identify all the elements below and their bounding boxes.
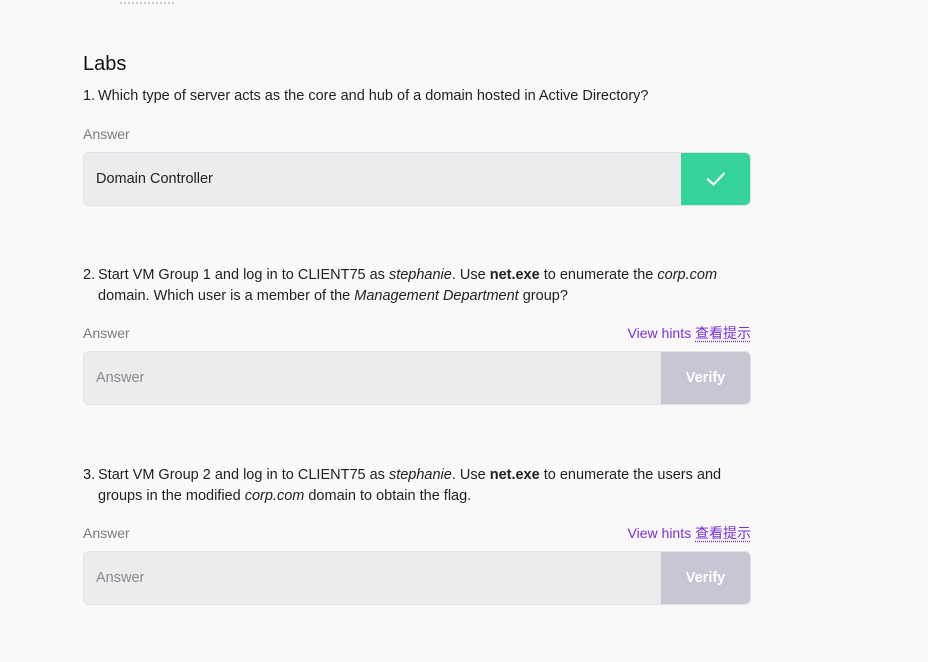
question-2-answer-group: Verify <box>83 351 751 405</box>
previous-content-fade <box>120 0 174 4</box>
question-3-hints-label-cn: 查看提示 <box>695 525 751 541</box>
question-text-run: corp.com <box>244 488 305 504</box>
question-text-run: stephanie <box>388 467 452 483</box>
question-2-answer-label: Answer <box>83 325 130 341</box>
question-2-answer-row: Answer View hints 查看提示 <box>83 323 751 343</box>
question-3-answer-row: Answer View hints 查看提示 <box>83 523 751 543</box>
question-text-run: . Use <box>451 267 490 283</box>
question-text-run: . Use <box>451 467 490 483</box>
question-text-run: stephanie <box>388 267 452 283</box>
question-1-answer-row: Answer <box>83 124 751 144</box>
question-2: 2. Start VM Group 1 and log in to CLIENT… <box>83 265 751 405</box>
question-1: 1. Which type of server acts as the core… <box>83 86 751 206</box>
question-text-run: Management Department <box>354 288 519 304</box>
question-2-view-hints-link[interactable]: View hints 查看提示 <box>628 323 751 343</box>
question-text-run: net.exe <box>489 267 540 283</box>
checkmark-icon <box>706 172 725 186</box>
question-3-verify-button[interactable]: Verify <box>661 552 750 604</box>
question-3-hints-label: View hints <box>627 525 692 541</box>
labs-page: Labs 1. Which type of server acts as the… <box>0 0 928 662</box>
question-3-answer-label: Answer <box>83 525 130 541</box>
question-1-body: Which type of server acts as the core an… <box>98 86 751 107</box>
question-2-hints-label-cn: 查看提示 <box>695 325 751 341</box>
question-3-view-hints-link[interactable]: View hints 查看提示 <box>628 523 751 543</box>
question-1-text: 1. Which type of server acts as the core… <box>83 86 751 107</box>
question-text-run: domain to obtain the flag. <box>304 488 472 504</box>
question-text-run: domain. Which user is a member of the <box>98 288 355 304</box>
question-3-answer-input[interactable] <box>84 552 661 604</box>
question-text-run: group? <box>518 288 568 304</box>
question-text-run: Which type of server acts as the core an… <box>98 88 649 104</box>
question-2-verify-button[interactable]: Verify <box>661 352 750 404</box>
question-3: 3. Start VM Group 2 and log in to CLIENT… <box>83 465 751 605</box>
question-1-answer-group <box>83 152 751 206</box>
question-3-body: Start VM Group 2 and log in to CLIENT75 … <box>98 465 751 507</box>
question-text-run: to enumerate the <box>539 267 658 283</box>
question-text-run: net.exe <box>489 467 540 483</box>
question-2-hints-label: View hints <box>627 325 692 341</box>
question-1-answer-label: Answer <box>83 126 130 142</box>
question-text-run: Start VM Group 1 and log in to CLIENT75 … <box>98 267 389 283</box>
question-text-run: Start VM Group 2 and log in to CLIENT75 … <box>98 467 389 483</box>
question-text-run: corp.com <box>657 267 718 283</box>
section-title: Labs <box>83 53 127 75</box>
question-2-body: Start VM Group 1 and log in to CLIENT75 … <box>98 265 751 307</box>
question-1-correct-button[interactable] <box>681 153 750 205</box>
question-2-answer-input[interactable] <box>84 352 661 404</box>
question-2-text: 2. Start VM Group 1 and log in to CLIENT… <box>83 265 751 307</box>
question-3-text: 3. Start VM Group 2 and log in to CLIENT… <box>83 465 751 507</box>
question-1-number: 1. <box>83 88 96 104</box>
question-2-number: 2. <box>83 267 96 283</box>
question-3-answer-group: Verify <box>83 551 751 605</box>
question-3-number: 3. <box>83 467 96 483</box>
question-1-answer-input[interactable] <box>84 153 681 205</box>
